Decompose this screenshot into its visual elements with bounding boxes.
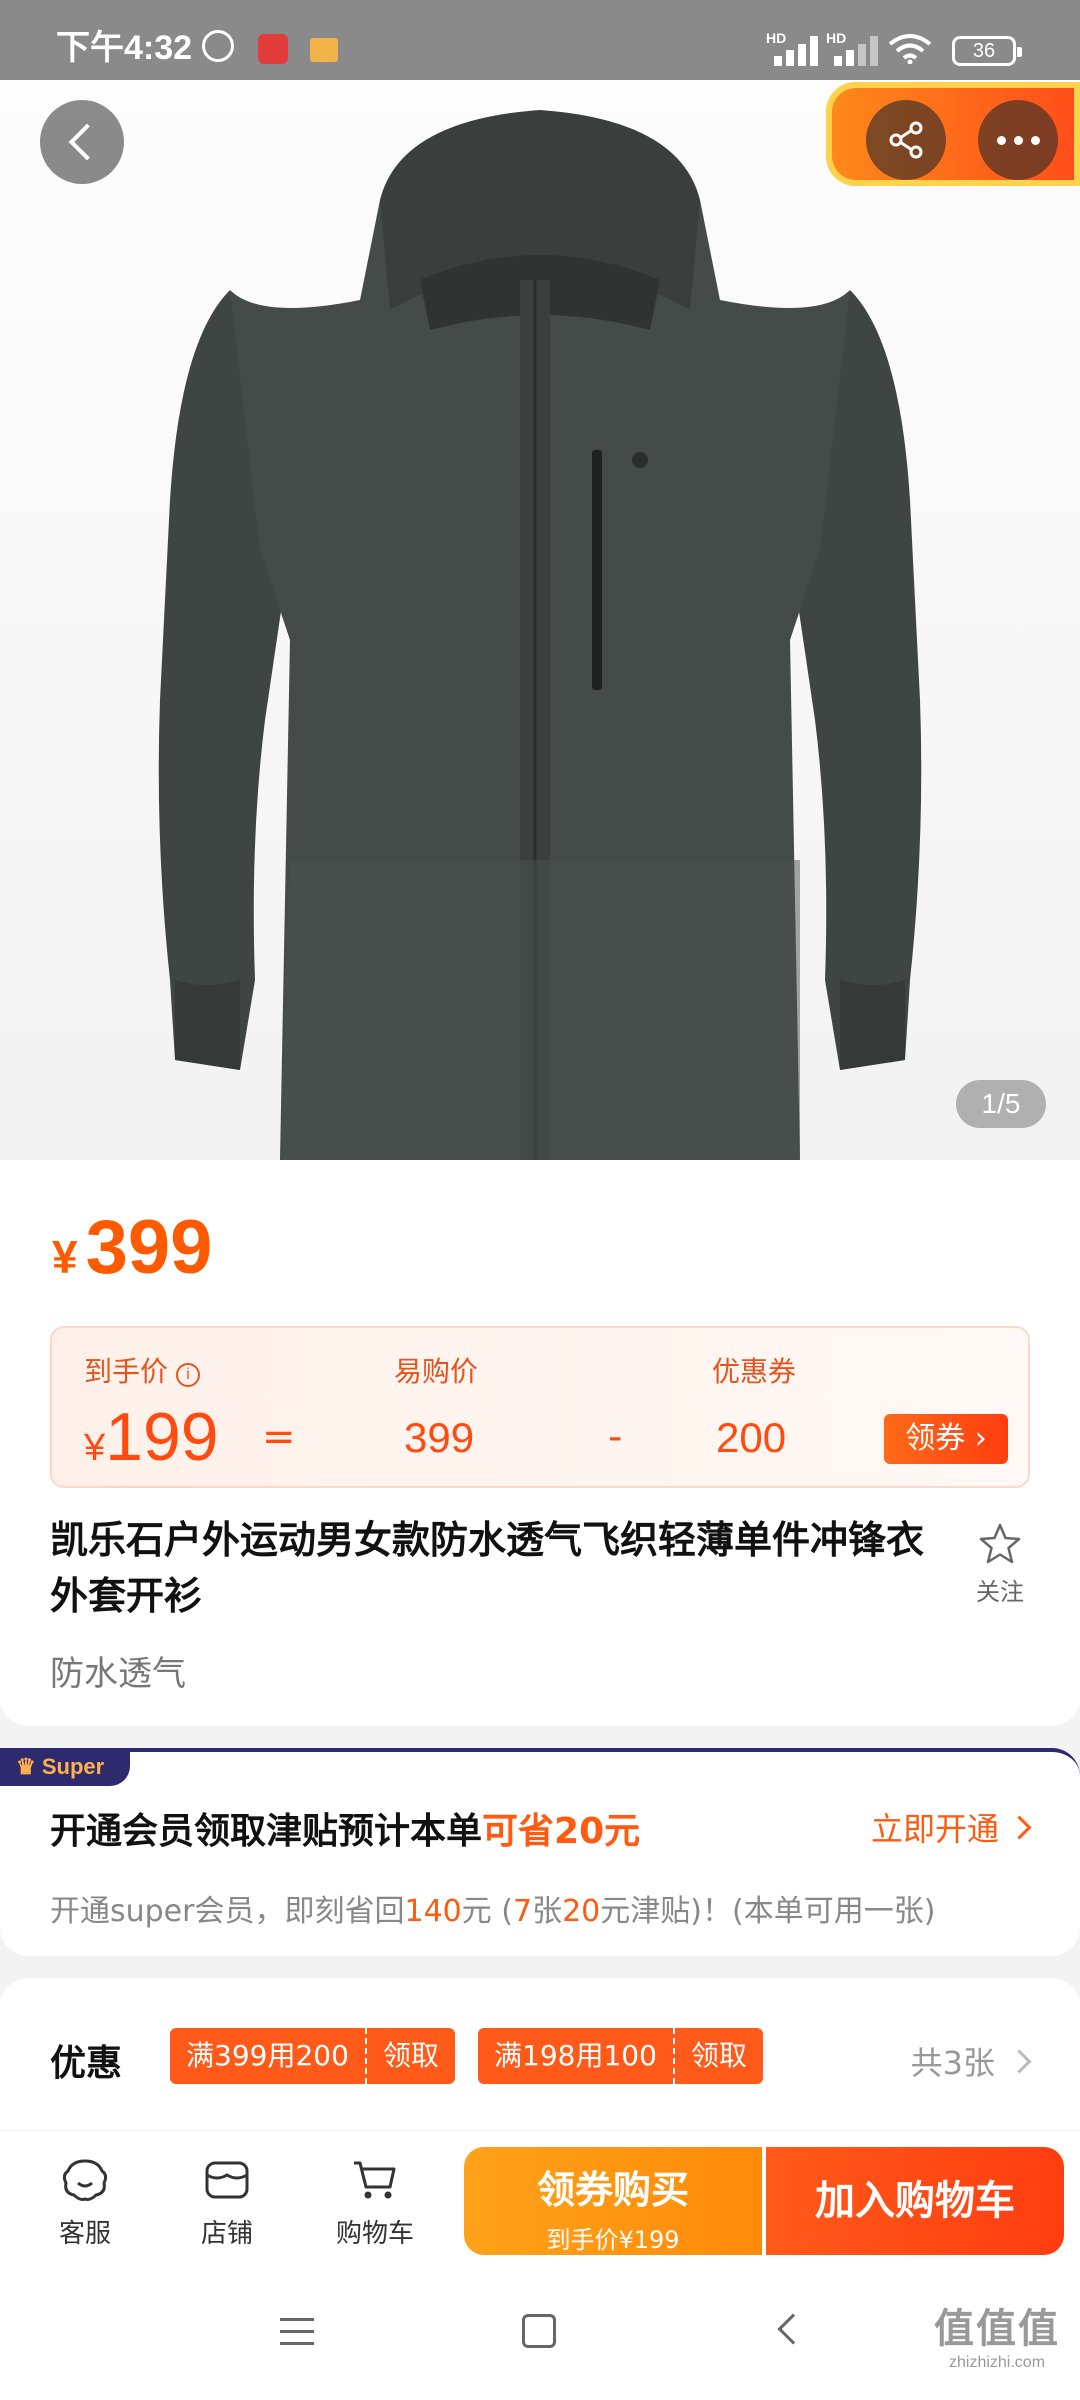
product-title: 凯乐石户外运动男女款防水透气飞织轻薄单件冲锋衣外套开衫 xyxy=(50,1518,925,1618)
minus-sign: - xyxy=(608,1414,623,1460)
home-button[interactable] xyxy=(522,2314,556,2348)
super-desc-amount: 140 xyxy=(404,1894,462,1929)
discount-chip-action: 领取 xyxy=(672,2028,763,2084)
message-notification-icon xyxy=(310,38,338,62)
product-jacket-image xyxy=(158,110,922,1160)
get-coupon-label: 领券 xyxy=(905,1421,966,1456)
yigou-price-label: 易购价 xyxy=(394,1355,479,1388)
more-dot-icon xyxy=(1013,135,1023,145)
super-tag: ♛ Super xyxy=(0,1748,130,1786)
share-button[interactable] xyxy=(866,100,946,180)
app-notification-icon xyxy=(258,34,288,64)
super-desc-text: 元津贴)！(本单可用一张) xyxy=(600,1894,936,1929)
discount-chip-text: 满198用100 xyxy=(494,2039,657,2072)
system-navigation-bar xyxy=(0,2268,1080,2400)
star-icon xyxy=(979,1523,1021,1564)
open-membership-link[interactable]: 立即开通 xyxy=(871,1804,1028,1850)
final-price-value: 199 xyxy=(105,1399,219,1475)
buy-button-title: 领券购买 xyxy=(536,2168,689,2212)
super-title-text: 开通会员领取津贴预计本单 xyxy=(50,1811,483,1852)
wifi-icon xyxy=(888,34,932,64)
coupon-label: 优惠券 xyxy=(712,1355,797,1388)
super-savings: 可省20元 xyxy=(482,1811,641,1852)
share-icon xyxy=(889,121,923,159)
equals-sign: = xyxy=(262,1414,296,1460)
super-title: 开通会员领取津贴预计本单可省20元 xyxy=(50,1802,640,1854)
store-button[interactable]: 店铺 xyxy=(172,2157,282,2250)
main-price: ¥399 xyxy=(52,1204,212,1291)
status-time: 下午4:32 xyxy=(56,29,193,67)
system-back-button[interactable] xyxy=(777,2313,809,2345)
customer-service-icon xyxy=(62,2159,108,2201)
recent-apps-button[interactable] xyxy=(280,2318,314,2346)
super-member-card[interactable]: ♛ Super 开通会员领取津贴预计本单可省20元 立即开通 开通super会员… xyxy=(0,1748,1080,1956)
battery-indicator: 36 xyxy=(952,36,1022,66)
discount-chip-action: 领取 xyxy=(364,2028,455,2084)
discount-chip-text: 满399用200 xyxy=(186,2039,349,2072)
more-options-button[interactable] xyxy=(978,100,1058,180)
super-desc-text: 张 xyxy=(532,1894,563,1929)
final-price: ¥199 xyxy=(84,1398,219,1476)
discount-count[interactable]: 共3张 xyxy=(911,2038,1028,2084)
customer-service-button[interactable]: 客服 xyxy=(30,2157,140,2250)
discount-chip[interactable]: 满399用200 领取 xyxy=(170,2028,455,2084)
price-card: ¥399 到手价 i ¥199 = 易购价 399 - 优惠券 200 领券 › … xyxy=(0,1160,1080,1726)
watermark-url: zhizhizhi.com xyxy=(948,2354,1046,2371)
watermark-logo: 值值值 xyxy=(934,2306,1060,2352)
more-dot-icon xyxy=(1030,135,1040,145)
signal-icon-2 xyxy=(826,34,878,66)
super-tag-label: Super xyxy=(41,1754,105,1779)
cart-label: 购物车 xyxy=(335,2219,414,2249)
price-breakdown: 到手价 i ¥199 = 易购价 399 - 优惠券 200 领券 › xyxy=(50,1326,1030,1488)
info-icon[interactable]: i xyxy=(176,1363,201,1387)
add-to-cart-button[interactable]: 加入购物车 xyxy=(766,2147,1064,2255)
buy-button-subtitle: 到手价¥199 xyxy=(546,2226,680,2254)
cart-icon xyxy=(354,2161,396,2199)
store-icon xyxy=(205,2161,249,2199)
discount-chip[interactable]: 满198用100 领取 xyxy=(478,2028,763,2084)
super-desc-count: 7 xyxy=(513,1894,533,1929)
bottom-action-bar: 客服 店铺 购物车 领券购买 到手价¥199 加入购物车 xyxy=(0,2130,1080,2268)
coupon-value: 200 xyxy=(716,1414,787,1461)
super-description: 开通super会员，即刻省回140元 (7张20元津贴)！(本单可用一张) xyxy=(50,1886,935,1930)
alarm-icon xyxy=(202,30,234,62)
super-desc-text: 开通super会员，即刻省回 xyxy=(50,1894,405,1929)
watermark: 值值值 zhizhizhi.com xyxy=(934,2296,1060,2372)
super-desc-voucher: 20 xyxy=(562,1894,601,1929)
follow-button[interactable]: 关注 xyxy=(968,1522,1032,1607)
back-button[interactable] xyxy=(40,100,124,184)
main-price-value: 399 xyxy=(85,1205,213,1290)
currency-symbol: ¥ xyxy=(52,1231,78,1283)
buy-with-coupon-button[interactable]: 领券购买 到手价¥199 xyxy=(464,2147,762,2255)
final-currency: ¥ xyxy=(84,1427,106,1469)
store-label: 店铺 xyxy=(200,2219,253,2249)
status-bar: 下午4:32 HD HD 36 xyxy=(0,0,1080,80)
discount-label: 优惠 xyxy=(50,2043,123,2084)
product-image-carousel[interactable] xyxy=(0,80,1080,1160)
signal-icon xyxy=(766,34,818,66)
final-price-label: 到手价 xyxy=(84,1355,169,1388)
product-subtitle: 防水透气 xyxy=(50,1654,186,1694)
yigou-price-value: 399 xyxy=(404,1414,475,1461)
super-desc-text: 元 ( xyxy=(461,1894,513,1929)
cart-button[interactable]: 购物车 xyxy=(320,2157,430,2250)
image-page-indicator: 1/5 xyxy=(956,1080,1046,1128)
get-coupon-button[interactable]: 领券 › xyxy=(884,1414,1008,1464)
more-dot-icon xyxy=(996,135,1006,145)
customer-service-label: 客服 xyxy=(58,2219,111,2249)
follow-label: 关注 xyxy=(976,1578,1024,1606)
